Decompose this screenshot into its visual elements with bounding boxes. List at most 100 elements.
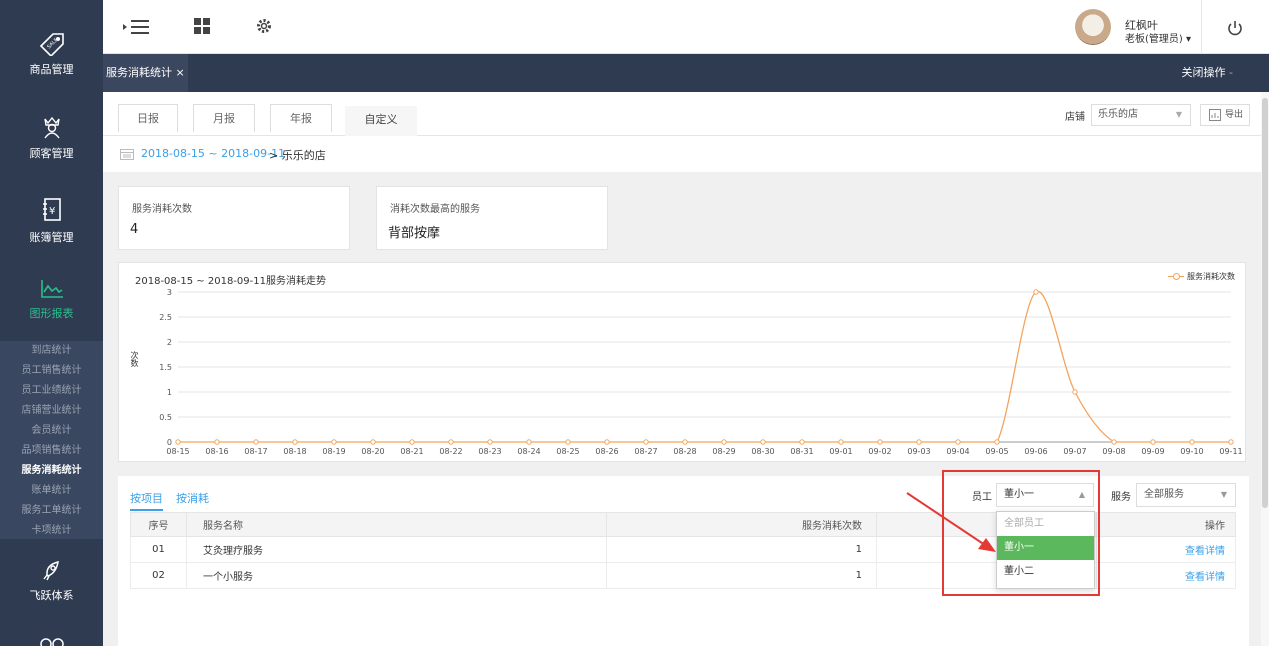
employee-dropdown: 全部员工 董小一 董小二 <box>996 511 1095 589</box>
view-details-link[interactable]: 查看详情 <box>1185 572 1225 583</box>
data-point <box>1072 389 1078 395</box>
card-title: 服务消耗次数 <box>132 204 192 215</box>
submenu-item[interactable]: 品项销售统计 <box>0 441 103 461</box>
x-tick-label: 08-31 <box>790 447 813 456</box>
x-tick-label: 09-09 <box>1141 447 1164 456</box>
data-point <box>799 439 805 445</box>
x-tick-label: 08-18 <box>283 447 306 456</box>
chart-plot: 0 0.5 1 1.5 2 2.5 3 08-15 08-16 08-17 08-18 08-19 08… <box>159 288 1242 456</box>
data-point <box>526 439 532 445</box>
submenu-item[interactable]: 员工业绩统计 <box>0 381 103 401</box>
data-point <box>1150 439 1156 445</box>
data-point <box>448 439 454 445</box>
data-point <box>955 439 961 445</box>
x-tick-label: 09-05 <box>985 447 1008 456</box>
tag-icon: SALE <box>39 33 64 56</box>
logout-button[interactable] <box>1201 0 1269 54</box>
dropdown-option[interactable]: 董小二 <box>997 560 1094 584</box>
x-tick-label: 09-10 <box>1180 447 1203 456</box>
sidebar-item-customers[interactable]: 顾客管理 <box>0 114 103 161</box>
caret-down-icon: ▼ <box>1175 110 1182 119</box>
tab-by-consumption[interactable]: 按消耗 <box>176 490 209 506</box>
x-tick-label: 08-23 <box>478 447 501 456</box>
x-tick-label: 08-26 <box>595 447 618 456</box>
card-value: 4 <box>130 222 139 237</box>
service-select[interactable]: 全部服务 ▼ <box>1136 483 1236 507</box>
data-point <box>994 439 1000 445</box>
scrollbar-thumb[interactable] <box>1262 98 1268 508</box>
card-title: 消耗次数最高的服务 <box>390 204 480 215</box>
data-point <box>253 439 259 445</box>
sidebar-item-reports[interactable]: 图形报表 <box>0 278 103 321</box>
submenu-item[interactable]: 账单统计 <box>0 481 103 501</box>
x-tick-label: 08-28 <box>673 447 696 456</box>
submenu-item[interactable]: 服务工单统计 <box>0 501 103 521</box>
date-range-row: 2018-08-15 ~ 2018-09-11 > 乐乐的店 <box>103 136 1261 172</box>
data-point <box>1189 439 1195 445</box>
close-tab-icon[interactable]: × <box>176 66 185 79</box>
data-point <box>1033 289 1039 295</box>
store-select[interactable]: 乐乐的店 ▼ <box>1091 104 1191 126</box>
x-tick-label: 08-21 <box>400 447 423 456</box>
caret-up-icon: ▲ <box>1078 490 1085 499</box>
x-tick-label: 08-20 <box>361 447 384 456</box>
sidebar-item-products[interactable]: SALE 商品管理 <box>0 30 103 77</box>
grid-apps-icon[interactable] <box>193 17 211 35</box>
x-tick-label: 08-29 <box>712 447 735 456</box>
sidebar-item-label: 顾客管理 <box>29 147 74 160</box>
sidebar-item-label: 商品管理 <box>29 63 74 76</box>
col-header: 序号 <box>130 512 187 537</box>
view-details-link[interactable]: 查看详情 <box>1185 546 1225 557</box>
employee-label: 员工 <box>972 492 992 503</box>
dropdown-option-selected[interactable]: 董小一 <box>997 536 1094 560</box>
export-button[interactable]: 导出 <box>1200 104 1250 126</box>
collapse-menu-icon[interactable] <box>121 17 151 37</box>
data-point <box>604 439 610 445</box>
stat-card-top-service: 消耗次数最高的服务 背部按摩 <box>376 186 608 250</box>
submenu-item[interactable]: 到店统计 <box>0 341 103 361</box>
y-tick-label: 0.5 <box>159 413 172 422</box>
ledger-icon: ¥ <box>42 198 61 221</box>
submenu-item-active[interactable]: 服务消耗统计 <box>0 461 103 481</box>
submenu-item[interactable]: 会员统计 <box>0 421 103 441</box>
sidebar-item-label: 图形报表 <box>29 307 74 320</box>
data-point <box>838 439 844 445</box>
close-operations-button[interactable]: 关闭操作 - <box>1182 54 1233 92</box>
stat-card-consumption-count: 服务消耗次数 4 <box>118 186 350 250</box>
sidebar-item-ledger[interactable]: ¥ 账簿管理 <box>0 196 103 245</box>
sidebar-item-leap[interactable]: 飞跃体系 <box>0 558 103 603</box>
submenu-item[interactable]: 员工销售统计 <box>0 361 103 381</box>
top-bar: 红枫叶 老板(管理员) ▾ <box>103 0 1269 54</box>
submenu-item[interactable]: 店铺营业统计 <box>0 401 103 421</box>
tab-yearly[interactable]: 年报 <box>270 104 332 132</box>
tab-by-item[interactable]: 按项目 <box>130 490 163 511</box>
more-icon[interactable] <box>38 636 66 646</box>
x-tick-label: 09-02 <box>868 447 891 456</box>
data-point <box>331 439 337 445</box>
service-label: 服务 <box>1111 492 1131 503</box>
x-tick-label: 09-08 <box>1102 447 1125 456</box>
tab-custom[interactable]: 自定义 <box>345 106 417 136</box>
submenu-item[interactable]: 卡项统计 <box>0 521 103 541</box>
tab-monthly[interactable]: 月报 <box>193 104 255 132</box>
trend-chart: 2018-08-15 ~ 2018-09-11服务消耗走势 服务消耗次数 次数 … <box>118 262 1246 462</box>
calendar-icon[interactable] <box>120 148 134 160</box>
y-tick-label: 1.5 <box>159 363 172 372</box>
export-icon <box>1209 109 1221 121</box>
data-point <box>1228 439 1234 445</box>
y-tick-label: 3 <box>167 288 172 297</box>
svg-text:¥: ¥ <box>49 206 55 217</box>
x-tick-label: 09-04 <box>946 447 969 456</box>
x-tick-label: 09-06 <box>1024 447 1047 456</box>
employee-select[interactable]: 董小一 ▲ <box>996 483 1094 507</box>
scrollbar[interactable] <box>1261 92 1269 646</box>
settings-gear-icon[interactable] <box>255 17 273 35</box>
data-point <box>175 439 181 445</box>
date-range-link[interactable]: 2018-08-15 ~ 2018-09-11 <box>141 147 285 160</box>
data-point <box>760 439 766 445</box>
tab-daily[interactable]: 日报 <box>118 104 178 132</box>
data-point <box>409 439 415 445</box>
tab-service-consumption[interactable]: 服务消耗统计 × <box>103 54 188 92</box>
report-tabs: 日报 月报 年报 自定义 店铺 乐乐的店 ▼ 导出 <box>103 92 1261 136</box>
dropdown-option-all[interactable]: 全部员工 <box>997 512 1094 536</box>
